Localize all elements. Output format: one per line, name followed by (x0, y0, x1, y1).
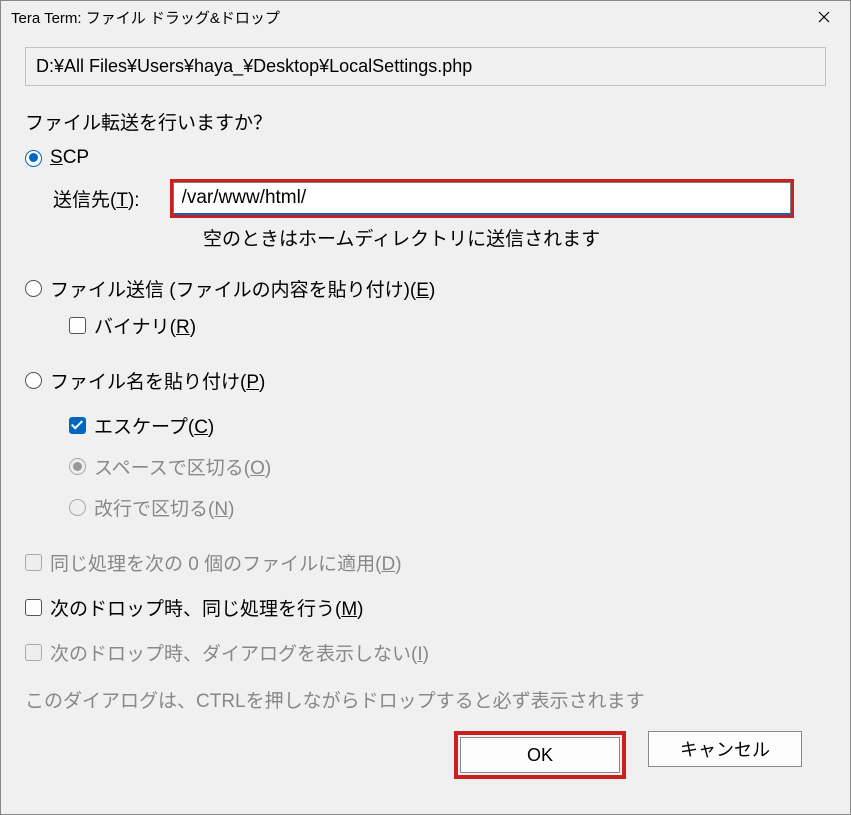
radio-scp-label: SCP (50, 147, 89, 169)
close-button[interactable] (806, 3, 842, 31)
checkbox-apply-same (25, 554, 42, 571)
radio-pastename-row[interactable]: ファイル名を貼り付け(P) (25, 367, 826, 394)
close-icon (818, 11, 830, 23)
ctrl-note: このダイアログは、CTRLを押しながらドロップすると必ず表示されます (25, 686, 826, 713)
checkbox-next-same-row[interactable]: 次のドロップ時、同じ処理を行う(M) (25, 594, 826, 621)
checkbox-next-nodlg (25, 644, 42, 661)
checkbox-binary[interactable] (69, 317, 86, 334)
button-row: OK キャンセル (25, 731, 826, 779)
radio-sendfile-label: ファイル送信 (ファイルの内容を貼り付け)(E) (50, 275, 435, 302)
scp-hint: 空のときはホームディレクトリに送信されます (203, 224, 826, 251)
checkbox-next-same-label: 次のドロップ時、同じ処理を行う(M) (50, 594, 363, 621)
radio-sendfile-row[interactable]: ファイル送信 (ファイルの内容を貼り付け)(E) (25, 275, 826, 302)
checkbox-binary-label: バイナリ(R) (94, 312, 196, 339)
window-title: Tera Term: ファイル ドラッグ&ドロップ (11, 7, 806, 28)
checkbox-escape-row[interactable]: エスケープ(C) (69, 412, 826, 439)
checkbox-apply-same-label: 同じ処理を次の 0 個のファイルに適用(D) (50, 549, 402, 576)
radio-sendfile[interactable] (25, 280, 42, 297)
file-path-display: D:¥All Files¥Users¥haya_¥Desktop¥LocalSe… (25, 47, 826, 86)
radio-pastename[interactable] (25, 372, 42, 389)
radio-sep-newline-row: 改行で区切る(N) (69, 494, 826, 521)
scp-dest-highlight (170, 179, 794, 218)
checkbox-next-nodlg-row: 次のドロップ時、ダイアログを表示しない(I) (25, 639, 826, 666)
ok-button[interactable]: OK (460, 737, 620, 773)
radio-sep-space-row: スペースで区切る(O) (69, 453, 826, 480)
scp-dest-label: 送信先(T): (53, 185, 140, 212)
checkbox-next-same[interactable] (25, 599, 42, 616)
checkbox-binary-row[interactable]: バイナリ(R) (69, 312, 826, 339)
radio-sep-space-label: スペースで区切る(O) (94, 453, 271, 480)
radio-scp[interactable] (25, 150, 42, 167)
radio-sep-space (69, 458, 86, 475)
radio-sep-newline (69, 499, 86, 516)
cancel-button[interactable]: キャンセル (648, 731, 802, 767)
radio-scp-row[interactable]: SCP (25, 147, 826, 169)
radio-sep-newline-label: 改行で区切る(N) (94, 494, 234, 521)
dialog-content: D:¥All Files¥Users¥haya_¥Desktop¥LocalSe… (1, 33, 850, 814)
checkbox-escape-label: エスケープ(C) (94, 412, 214, 439)
checkbox-escape[interactable] (69, 417, 86, 434)
ok-highlight: OK (454, 731, 626, 779)
dialog-window: Tera Term: ファイル ドラッグ&ドロップ D:¥All Files¥U… (0, 0, 851, 815)
titlebar: Tera Term: ファイル ドラッグ&ドロップ (1, 1, 850, 33)
prompt-text: ファイル転送を行いますか？ (25, 108, 826, 135)
scp-dest-row: 送信先(T): (53, 179, 826, 218)
checkbox-next-nodlg-label: 次のドロップ時、ダイアログを表示しない(I) (50, 639, 429, 666)
radio-pastename-label: ファイル名を貼り付け(P) (50, 367, 265, 394)
scp-dest-input[interactable] (173, 182, 791, 215)
checkbox-apply-same-row: 同じ処理を次の 0 個のファイルに適用(D) (25, 549, 826, 576)
